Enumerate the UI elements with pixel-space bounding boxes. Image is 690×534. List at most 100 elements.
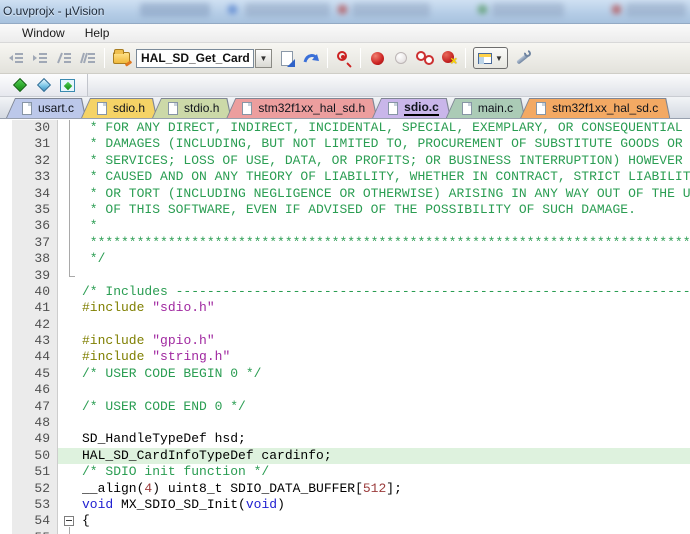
fold-margin	[58, 120, 82, 137]
tab-stm32f1xx_hal_sd.c[interactable]: stm32f1xx_hal_sd.c	[520, 98, 670, 118]
find-symbol-icon[interactable]	[332, 46, 356, 70]
background-window-blur	[478, 5, 487, 14]
code-line-54[interactable]: 54 {	[0, 513, 690, 530]
fold-margin	[58, 349, 82, 365]
code-line-48[interactable]: 48	[0, 415, 690, 432]
code-line-42[interactable]: 42	[0, 316, 690, 334]
window-title: O.uvprojx - µVision	[3, 4, 105, 18]
code-text: __align(4) uint8_t SDIO_DATA_BUFFER[512]…	[82, 480, 402, 496]
line-number: 52	[12, 480, 58, 497]
tab-usart.c[interactable]: usart.c	[6, 98, 86, 118]
goto-definition-icon[interactable]	[275, 46, 299, 70]
tab-stm32f1xx_hal_sd.h[interactable]: stm32f1xx_hal_sd.h	[226, 98, 377, 118]
comment-icon[interactable]	[52, 46, 76, 70]
line-number: 41	[12, 300, 58, 317]
code-text: SD_HandleTypeDef hsd;	[82, 431, 246, 447]
code-line-30[interactable]: 30 * FOR ANY DIRECT, INDIRECT, INCIDENTA…	[0, 120, 690, 137]
tab-sdio.h[interactable]: sdio.h	[81, 98, 157, 118]
title-bar[interactable]: O.uvprojx - µVision	[0, 0, 690, 24]
line-number: 33	[12, 169, 58, 186]
code-text: {	[82, 513, 90, 529]
browse-back-icon[interactable]	[299, 46, 323, 70]
background-window-blur	[338, 5, 347, 14]
code-text: * SERVICES; LOSS OF USE, DATA, OR PROFIT…	[82, 152, 683, 168]
indent-left-icon[interactable]	[4, 46, 28, 70]
code-line-32[interactable]: 32 * SERVICES; LOSS OF USE, DATA, OR PRO…	[0, 152, 690, 170]
search-dropdown-button[interactable]: ▼	[255, 48, 272, 68]
fold-margin	[58, 447, 82, 465]
document-icon	[388, 101, 399, 115]
fold-margin	[58, 431, 82, 447]
fold-margin	[58, 399, 82, 415]
fold-margin	[58, 284, 82, 300]
line-number: 31	[12, 136, 58, 153]
line-number: 42	[12, 316, 58, 334]
code-line-44[interactable]: 44 #include "string.h"	[0, 349, 690, 366]
code-editor[interactable]: 30 * FOR ANY DIRECT, INDIRECT, INCIDENTA…	[0, 119, 690, 534]
code-line-33[interactable]: 33 * CAUSED AND ON ANY THEORY OF LIABILI…	[0, 169, 690, 186]
code-line-51[interactable]: 51 /* SDIO init function */	[0, 464, 690, 481]
line-number: 46	[12, 382, 58, 399]
tab-sdio.c[interactable]: sdio.c	[372, 98, 451, 118]
line-number: 37	[12, 234, 58, 252]
menu-help[interactable]: Help	[75, 24, 120, 42]
file-tab-bar: usart.c sdio.h stdio.h stm32f1xx_hal_sd.h sd…	[0, 97, 690, 119]
window-layout-icon	[478, 52, 492, 64]
background-window-blur	[245, 3, 330, 17]
disable-all-breakpoints-icon[interactable]: ✕	[437, 46, 461, 70]
fold-margin	[58, 366, 82, 382]
code-line-31[interactable]: 31 * DAMAGES (INCLUDING, BUT NOT LIMITED…	[0, 136, 690, 153]
document-icon	[22, 101, 32, 115]
fold-margin	[58, 251, 82, 268]
code-line-41[interactable]: 41 #include "sdio.h"	[0, 300, 690, 317]
code-line-55[interactable]: 55	[0, 529, 690, 534]
window-layout-dropdown[interactable]: ▼	[473, 47, 508, 69]
fold-margin[interactable]	[58, 513, 82, 530]
build-icon[interactable]	[36, 77, 52, 93]
menu-window[interactable]: Window	[12, 24, 75, 42]
code-line-35[interactable]: 35 * OF THIS SOFTWARE, EVEN IF ADVISED O…	[0, 201, 690, 219]
tab-label: main.c	[477, 101, 514, 115]
tab-stdio.h[interactable]: stdio.h	[152, 98, 231, 118]
find-in-files-icon[interactable]	[109, 46, 133, 70]
search-input[interactable]	[136, 48, 254, 68]
tab-main.c[interactable]: main.c	[446, 98, 525, 118]
fold-margin	[58, 234, 82, 252]
code-line-46[interactable]: 46	[0, 382, 690, 399]
fold-margin	[58, 481, 82, 497]
code-line-39[interactable]: 39	[0, 267, 690, 284]
code-line-36[interactable]: 36 *	[0, 218, 690, 235]
code-line-52[interactable]: 52 __align(4) uint8_t SDIO_DATA_BUFFER[51…	[0, 480, 690, 497]
kill-all-breakpoints-icon[interactable]	[413, 46, 437, 70]
code-text: * CAUSED AND ON ANY THEORY OF LIABILITY,…	[82, 169, 690, 185]
translate-icon[interactable]	[12, 77, 28, 93]
main-toolbar: ▼ ✕ ▼	[0, 43, 690, 74]
code-line-50[interactable]: 50 HAL_SD_CardInfoTypeDef cardinfo;	[0, 447, 690, 465]
breakpoint-disabled-icon[interactable]	[389, 46, 413, 70]
line-number: 44	[12, 349, 58, 366]
code-line-43[interactable]: 43 #include "gpio.h"	[0, 333, 690, 350]
code-line-49[interactable]: 49 SD_HandleTypeDef hsd;	[0, 431, 690, 448]
fold-collapse-icon[interactable]	[64, 516, 74, 527]
code-line-38[interactable]: 38 */	[0, 251, 690, 268]
uncomment-icon[interactable]	[76, 46, 100, 70]
rebuild-icon[interactable]	[60, 78, 75, 92]
line-number: 32	[12, 152, 58, 170]
code-line-53[interactable]: 53 void MX_SDIO_SD_Init(void)	[0, 496, 690, 514]
code-text: */	[82, 251, 106, 267]
code-line-45[interactable]: 45 /* USER CODE BEGIN 0 */	[0, 365, 690, 383]
code-line-37[interactable]: 37 *************************************…	[0, 234, 690, 252]
fold-margin	[58, 317, 82, 333]
configuration-wrench-icon[interactable]	[511, 46, 535, 70]
indent-right-icon[interactable]	[28, 46, 52, 70]
fold-margin	[58, 464, 82, 480]
line-number: 55	[12, 529, 58, 534]
code-line-34[interactable]: 34 * OR TORT (INCLUDING NEGLIGENCE OR OT…	[0, 185, 690, 202]
code-text: HAL_SD_CardInfoTypeDef cardinfo;	[82, 447, 690, 465]
chevron-down-icon: ▼	[495, 53, 503, 63]
code-line-47[interactable]: 47 /* USER CODE END 0 */	[0, 398, 690, 416]
code-line-40[interactable]: 40 /* Includes --------------------------…	[0, 283, 690, 301]
breakpoint-icon[interactable]	[365, 46, 389, 70]
